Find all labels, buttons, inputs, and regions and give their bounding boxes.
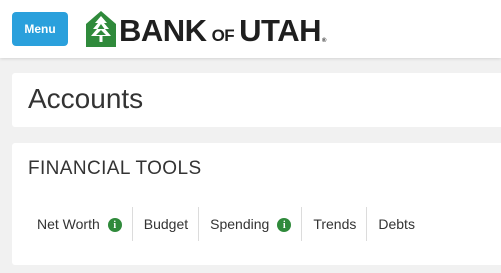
tab-trends[interactable]: Trends: [301, 207, 366, 241]
logo-wordmark: BANK OF UTAH ®: [119, 13, 326, 46]
page-title: Accounts: [28, 83, 144, 114]
tab-label: Trends: [313, 216, 357, 232]
tab-label: Net Worth: [37, 216, 100, 232]
tab-spending[interactable]: Spending i: [198, 207, 301, 241]
financial-tools-title: FINANCIAL TOOLS: [28, 158, 202, 179]
logo-word-of: OF: [211, 25, 235, 45]
tab-label: Spending: [210, 216, 270, 232]
financial-tools-tabs: Net Worth i Budget Spending i Trends Deb…: [26, 207, 425, 241]
logo-word-utah: UTAH: [239, 12, 321, 48]
menu-button[interactable]: Menu: [12, 12, 68, 46]
bank-logo[interactable]: BANK OF UTAH ®: [86, 10, 326, 48]
tab-net-worth[interactable]: Net Worth i: [26, 207, 132, 241]
financial-tools-card: FINANCIAL TOOLS Net Worth i Budget Spend…: [12, 143, 501, 265]
tab-budget[interactable]: Budget: [131, 207, 198, 241]
pine-tree-house-icon: [86, 11, 116, 47]
tab-debts[interactable]: Debts: [366, 207, 425, 241]
logo-word-bank: BANK: [119, 12, 207, 48]
info-icon[interactable]: i: [277, 218, 292, 232]
accounts-card: Accounts: [12, 73, 501, 127]
info-icon[interactable]: i: [107, 218, 122, 232]
tab-label: Budget: [143, 216, 189, 232]
logo-trademark: ®: [321, 37, 326, 44]
tab-label: Debts: [378, 216, 415, 232]
top-header: Menu BANK OF UTAH ®: [0, 0, 501, 58]
